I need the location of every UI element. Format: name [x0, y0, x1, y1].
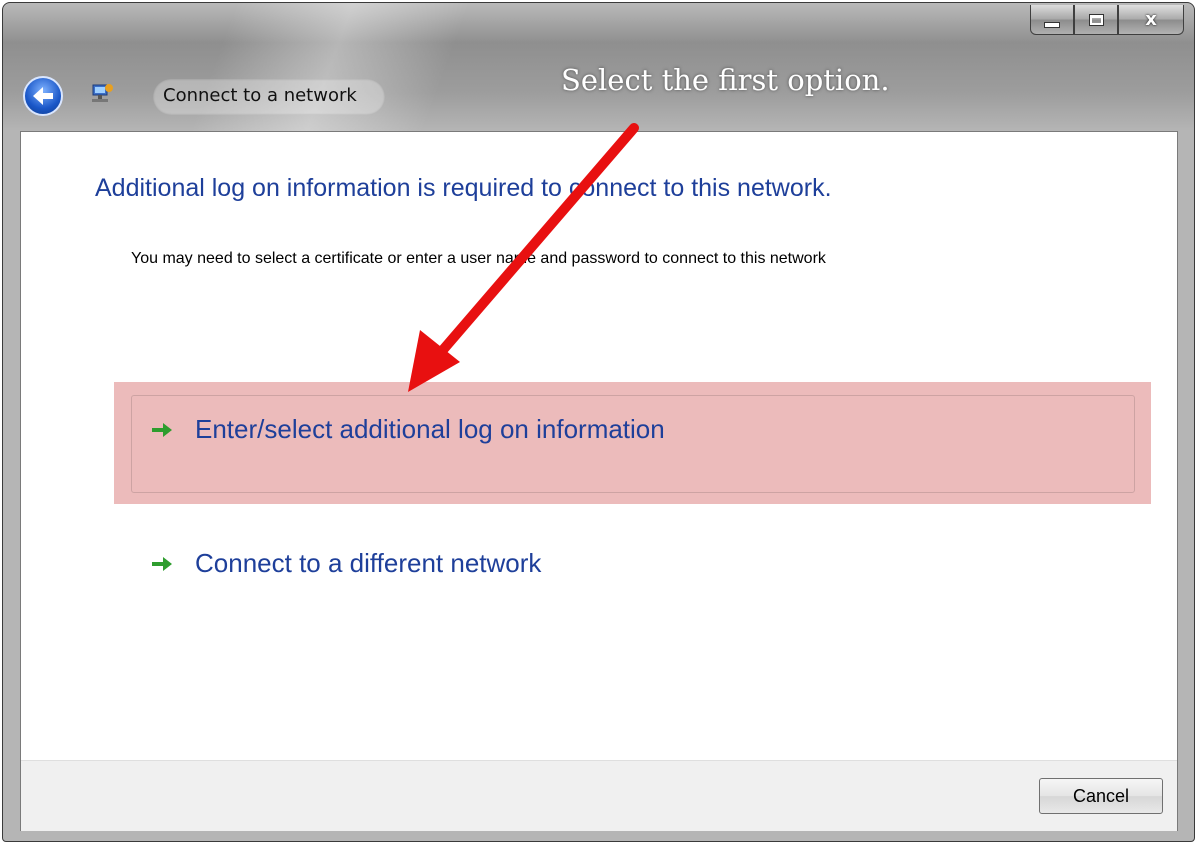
- green-arrow-icon: [152, 422, 172, 437]
- green-arrow-icon: [152, 556, 172, 571]
- option-label: Connect to a different network: [195, 548, 542, 578]
- page-title: Additional log on information is require…: [95, 174, 832, 202]
- maximize-icon: [1088, 13, 1104, 26]
- annotation-caption: Select the first option.: [561, 63, 890, 97]
- dialog-content: Additional log on information is require…: [20, 131, 1178, 831]
- dialog-footer: [21, 760, 1177, 831]
- minimize-icon: [1044, 21, 1060, 28]
- description-text: You may need to select a certificate or …: [131, 250, 826, 267]
- back-button[interactable]: [23, 76, 63, 116]
- maximize-button[interactable]: [1074, 5, 1118, 35]
- close-icon: x: [1145, 9, 1157, 30]
- minimize-button[interactable]: [1030, 5, 1074, 35]
- close-button[interactable]: x: [1118, 5, 1184, 35]
- breadcrumb: Connect to a network: [153, 79, 385, 115]
- option-enter-logon-info[interactable]: Enter/select additional log on informati…: [151, 414, 665, 445]
- network-icon: [92, 84, 113, 102]
- option-label: Enter/select additional log on informati…: [195, 414, 665, 444]
- window-title: Connect to a network: [163, 85, 357, 106]
- caption-buttons: x: [1030, 5, 1184, 37]
- dialog-window: x Connect to a network Select the first …: [2, 2, 1195, 842]
- cancel-button[interactable]: Cancel: [1039, 778, 1163, 814]
- option-connect-different-network[interactable]: Connect to a different network: [151, 548, 541, 579]
- back-arrow-icon: [33, 87, 53, 105]
